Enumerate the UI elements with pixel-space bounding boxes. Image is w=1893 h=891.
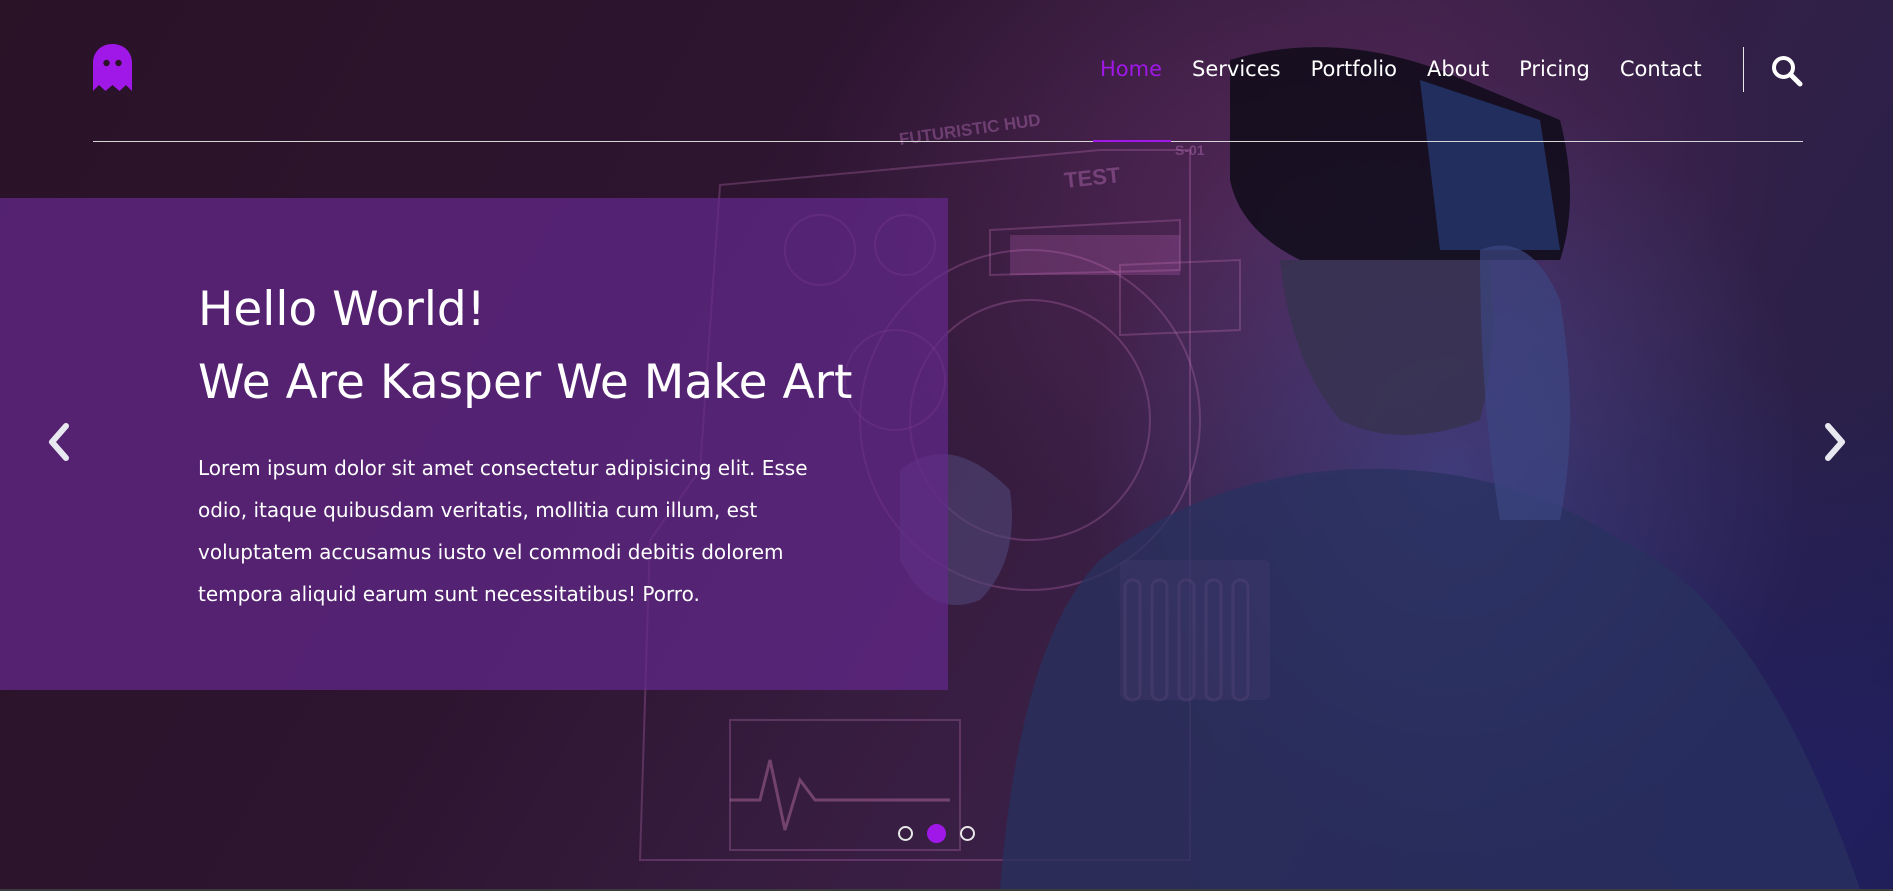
ghost-icon[interactable] bbox=[92, 43, 133, 95]
nav-pricing[interactable]: Pricing bbox=[1519, 56, 1590, 82]
nav-contact[interactable]: Contact bbox=[1620, 56, 1702, 82]
nav-divider bbox=[1743, 47, 1744, 92]
search-icon[interactable] bbox=[1770, 54, 1804, 88]
nav-portfolio[interactable]: Portfolio bbox=[1311, 56, 1397, 82]
nav-home[interactable]: Home bbox=[1100, 56, 1162, 82]
hero-title-line2: We Are Kasper We Make Art bbox=[198, 355, 853, 410]
header-divider bbox=[93, 141, 1803, 142]
slider-bullet-2[interactable] bbox=[927, 824, 946, 843]
hero-title-line1: Hello World! bbox=[198, 282, 486, 337]
hero-text-panel bbox=[0, 198, 948, 690]
active-nav-indicator bbox=[1093, 140, 1171, 142]
nav-about[interactable]: About bbox=[1427, 56, 1489, 82]
slider-bullets bbox=[898, 824, 975, 843]
chevron-right-icon[interactable] bbox=[1820, 420, 1850, 464]
hero-section: FUTURISTIC HUD TEST S-01 Home Services P… bbox=[0, 0, 1893, 889]
hud-label-test: TEST bbox=[1063, 162, 1122, 193]
hud-label-code: S-01 bbox=[1175, 142, 1205, 158]
hero-description: Lorem ipsum dolor sit amet consectetur a… bbox=[198, 456, 808, 606]
main-nav: Home Services Portfolio About Pricing Co… bbox=[1100, 56, 1732, 82]
slider-bullet-1[interactable] bbox=[898, 826, 913, 841]
hud-label-top: FUTURISTIC HUD bbox=[898, 110, 1042, 149]
slider-bullet-3[interactable] bbox=[960, 826, 975, 841]
nav-services[interactable]: Services bbox=[1192, 56, 1281, 82]
chevron-left-icon[interactable] bbox=[44, 420, 74, 464]
